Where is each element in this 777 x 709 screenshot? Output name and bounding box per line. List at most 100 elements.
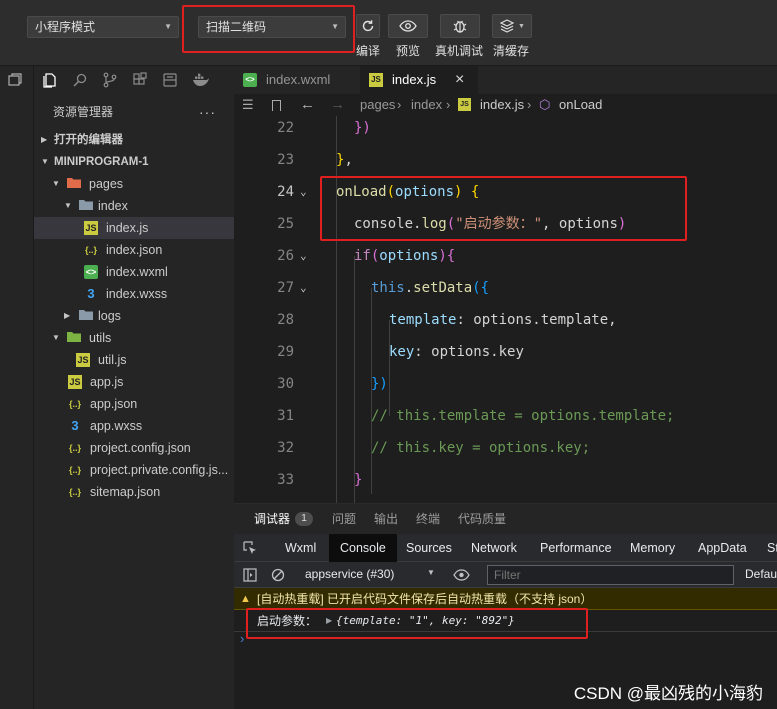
tree-item-label: util.js [98,353,127,367]
more-actions-icon[interactable]: ··· [199,100,216,124]
compile-label: 编译 [356,44,381,58]
line-number: 33 [277,472,294,488]
warning-icon: ▲ [240,593,251,605]
tab-terminal[interactable]: 终端 [416,504,440,534]
tree-file-util-js[interactable]: JS util.js [34,349,234,371]
search-icon[interactable] [72,72,88,88]
sidebar-view-tabs [34,66,234,94]
mode-select[interactable]: 小程序模式 ▼ [27,16,179,38]
sidebar-toggle-icon[interactable] [243,568,257,582]
devtools-tab-more[interactable]: St [767,534,777,562]
devtools-tab-appdata[interactable]: AppData [698,534,747,562]
clear-console-icon[interactable] [271,568,285,582]
preview-button[interactable] [388,14,428,38]
chevron-down-icon: ▼ [518,22,525,30]
clear-cache-button[interactable]: ▼ [492,14,532,38]
compile-button[interactable] [356,14,380,38]
devtools-tab-console[interactable]: Console [329,534,397,562]
files-icon[interactable] [42,72,58,88]
javascript-file-icon: JS [458,98,471,111]
tab-index-js[interactable]: JS index.js × [360,66,478,94]
tree-item-label: sitemap.json [90,485,161,499]
folder-open-icon [79,199,93,213]
tree-file-index-wxss[interactable]: 3 index.wxss [34,283,234,305]
devtools-tab-wxml[interactable]: Wxml [285,534,316,562]
devtools-tab-network[interactable]: Network [471,534,517,562]
tree-folder-pages[interactable]: ▼ pages [34,173,234,195]
bookmark-icon[interactable] [272,100,281,111]
devtools-tab-performance[interactable]: Performance [540,534,612,562]
tab-label: index.js [392,72,437,87]
folder-icon [79,309,93,323]
fold-chevron-icon[interactable]: ⌄ [300,176,307,208]
tree-file-project-private-config[interactable]: {..} project.private.config.js... [34,459,234,481]
preview-label: 预览 [396,44,421,58]
devtools-tab-sources[interactable]: Sources [406,534,452,562]
tree-file-project-config[interactable]: {..} project.config.json [34,437,234,459]
storage-icon[interactable] [162,72,178,88]
tree-item-label: index [98,199,128,213]
tab-code-quality[interactable]: 代码质量 [458,504,506,534]
console-prompt-icon[interactable]: › [240,631,244,646]
line-number: 25 [277,216,294,232]
inspect-element-icon[interactable] [243,541,257,555]
simulator-window-icon[interactable] [7,72,23,88]
code-text: }) [371,376,388,392]
debugger-count-badge: 1 [295,512,313,526]
tab-debugger[interactable]: 调试器 [254,504,290,534]
context-select[interactable]: appservice (#30) ▼ [305,567,435,581]
javascript-file-icon: JS [369,73,383,87]
code-text: } [354,472,363,488]
chevron-down-icon: ▼ [64,201,72,210]
tree-file-app-js[interactable]: JS app.js [34,371,234,393]
remote-debug-label: 真机调试 [435,44,484,58]
tree-file-app-wxss[interactable]: 3 app.wxss [34,415,234,437]
json-file-icon: {..} [68,465,81,475]
tree-folder-logs[interactable]: ▶ logs [34,305,234,327]
code-text: if(options){ [354,248,456,264]
docker-icon[interactable] [192,73,210,87]
line-number: 27 [277,280,294,296]
json-file-icon: {..} [68,399,81,409]
eye-icon[interactable] [453,569,470,581]
mode-select-value: 小程序模式 [35,20,96,34]
fold-chevron-icon[interactable]: ⌄ [300,240,307,272]
source-control-icon[interactable] [102,72,118,88]
line-number: 26 [277,248,294,264]
chevron-down-icon: ▼ [52,179,60,188]
tree-item-label: index.js [106,221,149,235]
tree-file-index-json[interactable]: {..} index.json [34,239,234,261]
tree-item-label: utils [89,331,112,345]
clear-cache-label: 清缓存 [493,44,530,58]
tree-folder-index[interactable]: ▼ index [34,195,234,217]
json-file-icon: {..} [68,487,81,497]
log-levels-select[interactable]: Defau [745,567,777,581]
line-number: 31 [277,408,294,424]
open-editors-section[interactable]: ▶ 打开的编辑器 [34,129,234,151]
tree-file-sitemap[interactable]: {..} sitemap.json [34,481,234,503]
context-select-value: appservice (#30) [305,567,395,581]
tree-folder-utils[interactable]: ▼ utils [34,327,234,349]
code-area[interactable]: 22 }) 23 }, 24 ⌄ onLoad(options) { 25 co… [234,116,777,503]
line-number: 28 [277,312,294,328]
project-section[interactable]: ▼ MINIPROGRAM-1 [34,151,234,173]
tab-problems[interactable]: 问题 [332,504,356,534]
devtools-tab-memory[interactable]: Memory [630,534,675,562]
remote-debug-button[interactable] [440,14,480,38]
tree-file-index-wxml[interactable]: <> index.wxml [34,261,234,283]
fold-chevron-icon[interactable]: ⌄ [300,272,307,304]
chevron-down-icon: ▼ [41,157,49,166]
tree-file-app-json[interactable]: {..} app.json [34,393,234,415]
watermark-text: CSDN @最凶残的小海豹 [573,684,763,703]
tree-file-index-js[interactable]: JS index.js [34,217,234,239]
extensions-icon[interactable] [132,72,148,88]
tab-output[interactable]: 输出 [374,504,398,534]
console-filter-input[interactable] [487,565,734,585]
layers-icon [499,19,515,33]
explorer-title-bar: 资源管理器 ··· [34,100,234,124]
code-line: 26 ⌄ if(options){ [234,240,777,272]
javascript-file-icon: JS [76,353,90,367]
close-icon[interactable]: × [455,66,464,94]
activity-bar [0,66,34,709]
tab-index-wxml[interactable]: <> index.wxml [234,66,358,94]
